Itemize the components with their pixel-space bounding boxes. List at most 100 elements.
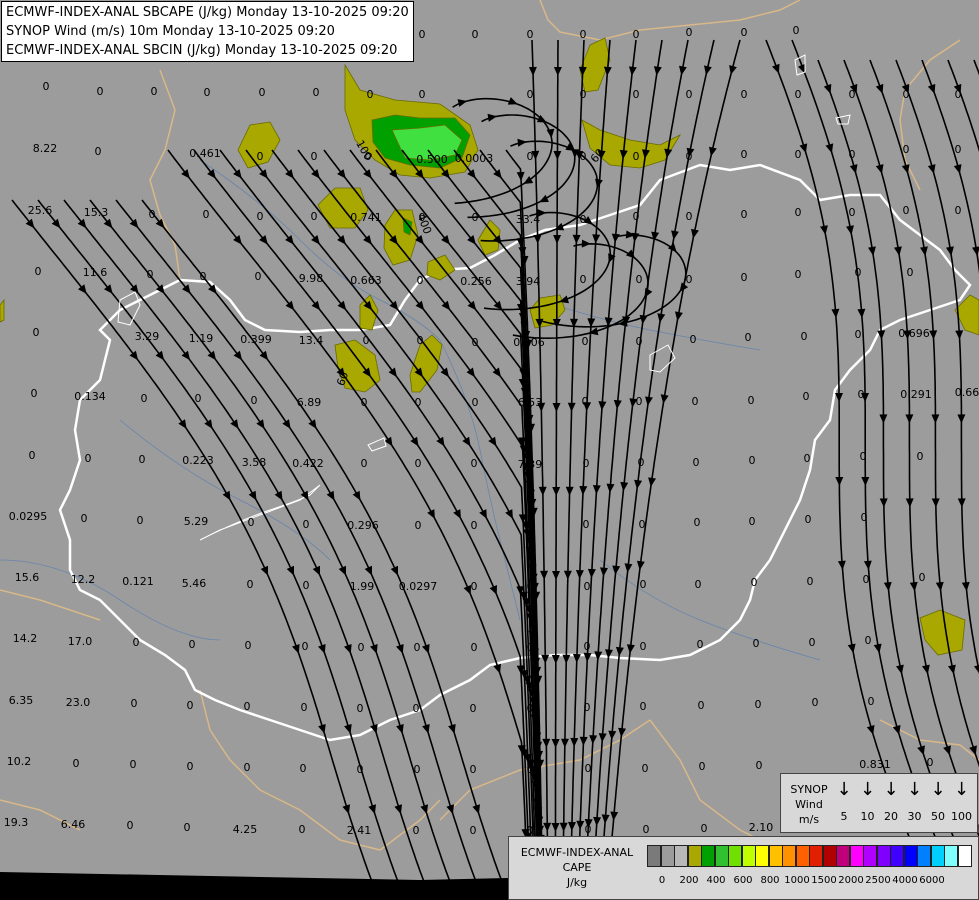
cape-value: 0.831 bbox=[859, 758, 891, 771]
cape-value: 0 bbox=[95, 145, 102, 158]
cape-value: 13.4 bbox=[299, 334, 324, 347]
cape-value: 0 bbox=[795, 268, 802, 281]
cape-scale-label: 1500 bbox=[811, 875, 837, 886]
cape-value: 0.256 bbox=[460, 275, 492, 288]
cape-value: 3.29 bbox=[135, 330, 160, 343]
cape-value: 0 bbox=[849, 88, 856, 101]
cape-value: 0 bbox=[184, 821, 191, 834]
cape-scale-label: 4000 bbox=[892, 875, 918, 886]
cape-legend-title: ECMWF-INDEX-ANAL CAPE J/kg bbox=[511, 845, 643, 890]
cape-value: 0 bbox=[357, 763, 364, 776]
cape-value: 0 bbox=[584, 640, 591, 653]
cape-legend-title-2: CAPE bbox=[562, 861, 592, 874]
cape-value: 0 bbox=[527, 641, 534, 654]
cape-value: 0 bbox=[419, 28, 426, 41]
cape-value: 0 bbox=[582, 395, 589, 408]
cape-value: 23.0 bbox=[66, 696, 91, 709]
cape-value: 0 bbox=[749, 515, 756, 528]
cape-value: 0 bbox=[795, 206, 802, 219]
cape-value: 6.89 bbox=[297, 396, 322, 409]
cape-value: 0 bbox=[636, 273, 643, 286]
cape-color-swatch bbox=[741, 845, 756, 867]
cape-value: 9.98 bbox=[299, 272, 324, 285]
cape-value: 0.500 bbox=[416, 153, 448, 166]
cape-value: 0 bbox=[471, 641, 478, 654]
cape-value: 17.0 bbox=[68, 635, 93, 648]
cape-value: 0 bbox=[636, 335, 643, 348]
cape-value: 0 bbox=[299, 823, 306, 836]
cape-value: 0 bbox=[741, 271, 748, 284]
cape-value: 0 bbox=[903, 88, 910, 101]
cape-value: 0 bbox=[417, 274, 424, 287]
cape-color-swatch bbox=[647, 845, 661, 867]
cape-value: 0.66 bbox=[955, 386, 979, 399]
cape-value: 0 bbox=[470, 763, 477, 776]
cape-value: 0 bbox=[749, 454, 756, 467]
cape-value: 0 bbox=[361, 396, 368, 409]
cape-color-swatch bbox=[674, 845, 688, 867]
cape-value: 0 bbox=[903, 143, 910, 156]
wind-arrow-icon: ↓ bbox=[953, 779, 970, 800]
wind-arrow-icon: ↓ bbox=[930, 779, 946, 800]
cape-value: 0 bbox=[865, 634, 872, 647]
cape-value: 1.19 bbox=[189, 332, 214, 345]
cape-value: 0 bbox=[81, 512, 88, 525]
cape-value: 0 bbox=[927, 756, 934, 769]
cape-value: 0 bbox=[955, 88, 962, 101]
cape-value: 0 bbox=[919, 571, 926, 584]
cape-value: 0 bbox=[527, 580, 534, 593]
cape-value: 0 bbox=[955, 204, 962, 217]
cape-value: 0 bbox=[527, 763, 534, 776]
cape-value: 0 bbox=[33, 326, 40, 339]
cape-value: 0 bbox=[686, 88, 693, 101]
cape-value: 0 bbox=[803, 390, 810, 403]
cape-value: 0 bbox=[955, 143, 962, 156]
cape-value: 0 bbox=[313, 86, 320, 99]
cape-value: 0 bbox=[690, 333, 697, 346]
cape-value: 0 bbox=[701, 822, 708, 835]
cape-value: 7.39 bbox=[518, 458, 543, 471]
cape-value: 0.296 bbox=[347, 519, 379, 532]
cape-value: 5.29 bbox=[184, 515, 209, 528]
cape-value: 0 bbox=[861, 511, 868, 524]
cape-value: 33.4 bbox=[516, 213, 541, 226]
cape-value: 0 bbox=[527, 88, 534, 101]
cape-value: 0.006 bbox=[513, 336, 545, 349]
cape-value: 0 bbox=[903, 204, 910, 217]
cape-value: 0 bbox=[130, 758, 137, 771]
cape-value: 0 bbox=[695, 578, 702, 591]
wind-legend-title-1: SYNOP bbox=[790, 783, 828, 796]
cape-value: 0 bbox=[582, 335, 589, 348]
cape-value: 0 bbox=[31, 387, 38, 400]
cape-value: 0 bbox=[640, 578, 647, 591]
cape-color-swatch bbox=[782, 845, 796, 867]
cape-value: 0 bbox=[415, 457, 422, 470]
cape-value: 0 bbox=[361, 457, 368, 470]
cape-value: 0 bbox=[855, 266, 862, 279]
cape-value: 0.696 bbox=[898, 327, 930, 340]
cape-value: 0.291 bbox=[900, 388, 932, 401]
cape-value: 0 bbox=[809, 636, 816, 649]
cape-value: 0 bbox=[643, 823, 650, 836]
cape-value: 0.663 bbox=[350, 274, 382, 287]
cape-value: 2.41 bbox=[347, 824, 372, 837]
cape-color-swatch bbox=[876, 845, 891, 867]
header-line-cape: ECMWF-INDEX-ANAL SBCAPE (J/kg) Monday 13… bbox=[6, 5, 409, 20]
cape-value: 0 bbox=[855, 328, 862, 341]
weather-map: 0 0 0 0 0 0 0 0 0 0 0 0 0 0 0 0 0 0 0 0 0 0 0 0 0 8.22 0 0.461 0 0 0 0.… bbox=[0, 0, 979, 900]
cape-color-swatch bbox=[930, 845, 945, 867]
cape-value: 0 bbox=[583, 457, 590, 470]
cape-value: 0 bbox=[203, 208, 210, 221]
cape-scale-label: 200 bbox=[679, 875, 699, 886]
cape-value: 12.2 bbox=[71, 573, 96, 586]
cape-value: 0.134 bbox=[74, 390, 106, 403]
cape-value: 0 bbox=[200, 270, 207, 283]
cape-value: 0 bbox=[741, 148, 748, 161]
cape-value: 0 bbox=[584, 701, 591, 714]
cape-value: 19.3 bbox=[4, 816, 29, 829]
cape-value: 0 bbox=[633, 28, 640, 41]
cape-value: 0 bbox=[35, 265, 42, 278]
cape-value: 0 bbox=[73, 757, 80, 770]
cape-value: 0 bbox=[189, 638, 196, 651]
cape-value: 14.2 bbox=[13, 632, 38, 645]
